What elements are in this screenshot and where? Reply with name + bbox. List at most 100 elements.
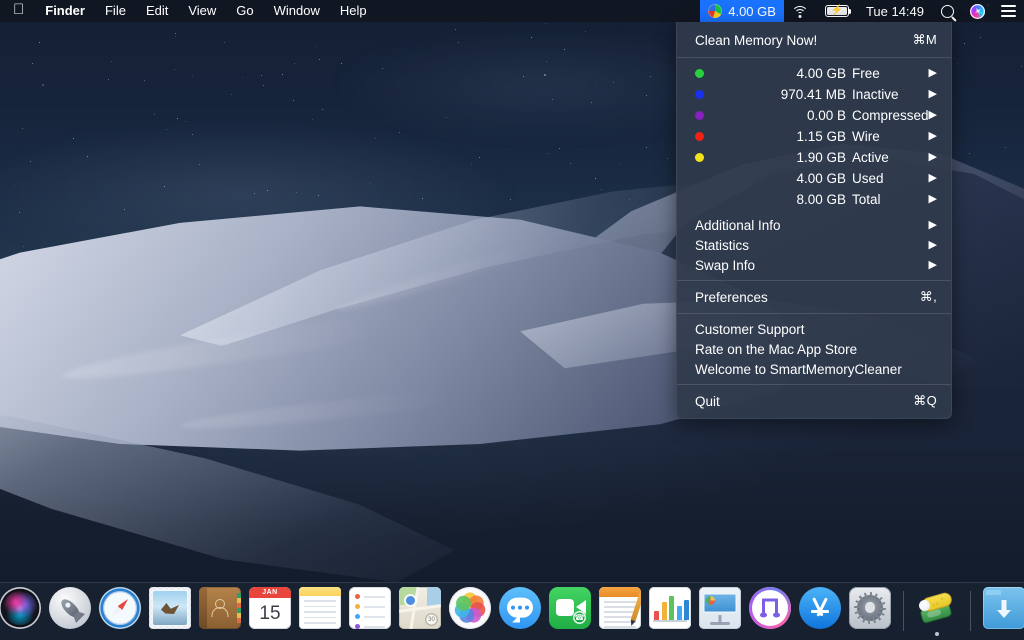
dock-item-safari[interactable] <box>98 585 142 637</box>
dock-item-contacts[interactable] <box>198 585 242 637</box>
battery-charging-icon: ⚡ <box>824 5 852 17</box>
star <box>321 108 323 110</box>
dock-item-calendar[interactable]: JAN 15 <box>248 585 292 637</box>
star <box>191 75 193 77</box>
battery-status-item[interactable]: ⚡ <box>817 0 857 22</box>
stat-active-text: 1.90 GB <box>796 150 846 165</box>
keynote-icon <box>699 587 741 629</box>
star <box>318 58 320 60</box>
menu-item-stat-total[interactable]: 8.00 GB Total ▶ <box>677 189 951 210</box>
star <box>107 78 109 80</box>
dock-item-downloads[interactable] <box>982 585 1024 637</box>
messages-icon <box>499 587 541 629</box>
dock-item-mail[interactable] <box>148 585 192 637</box>
menu-item-stat-active[interactable]: 1.90 GB Active ▶ <box>677 147 951 168</box>
siri-button[interactable] <box>962 0 993 22</box>
stat-active-name: Active <box>852 150 889 165</box>
menu-item-rate-on-mac-app-store[interactable]: Rate on the Mac App Store <box>677 339 951 359</box>
menu-finder[interactable]: Finder <box>35 0 95 22</box>
reminders-icon <box>349 587 391 629</box>
menu-item-preferences[interactable]: Preferences ⌘, <box>677 286 951 308</box>
menu-go[interactable]: Go <box>226 0 263 22</box>
dock-item-photos[interactable] <box>448 585 492 637</box>
mail-icon <box>149 587 191 629</box>
star <box>31 63 33 65</box>
dock-item-messages[interactable] <box>498 585 542 637</box>
dock-item-launchpad[interactable] <box>48 585 92 637</box>
stat-free-name: Free <box>852 66 880 81</box>
siri-icon <box>0 587 41 629</box>
pie-chart-icon <box>708 4 723 18</box>
menu-item-quit[interactable]: Quit ⌘Q <box>677 390 951 412</box>
star <box>963 42 965 44</box>
menu-help[interactable]: Help <box>330 0 377 22</box>
menu-item-swap-info[interactable]: Swap Info ▶ <box>677 255 951 275</box>
clock[interactable]: Tue 14:49 <box>857 4 933 19</box>
menu-item-customer-support[interactable]: Customer Support <box>677 319 951 339</box>
status-dot-compressed <box>695 111 704 120</box>
menu-item-stat-free[interactable]: 4.00 GB Free ▶ <box>677 63 951 84</box>
dock-item-keynote[interactable] <box>698 585 742 637</box>
star <box>175 36 177 37</box>
wifi-icon <box>791 5 809 18</box>
preferences-label: Preferences <box>695 289 768 305</box>
menu-edit[interactable]: Edit <box>136 0 178 22</box>
star <box>620 164 622 166</box>
dock-item-reminders[interactable] <box>348 585 392 637</box>
dock-item-system-preferences[interactable] <box>848 585 892 637</box>
dock-item-itunes[interactable] <box>748 585 792 637</box>
star <box>968 152 970 154</box>
status-dot-free <box>695 69 704 78</box>
stat-compressed-name: Compressed <box>852 108 929 123</box>
contacts-icon <box>199 587 241 629</box>
dock-item-pages[interactable] <box>598 585 642 637</box>
wifi-status-item[interactable] <box>784 0 817 22</box>
status-dot-active <box>695 153 704 162</box>
control-center-icon <box>1001 5 1016 17</box>
sponge-icon <box>916 587 958 629</box>
menu-window[interactable]: Window <box>264 0 330 22</box>
menu-item-stat-wire[interactable]: 1.15 GB Wire ▶ <box>677 126 951 147</box>
star <box>956 63 958 65</box>
running-indicator <box>935 632 939 636</box>
spotlight-search-button[interactable] <box>933 0 962 22</box>
menu-file[interactable]: File <box>95 0 136 22</box>
quit-label: Quit <box>695 393 720 409</box>
star <box>292 100 294 101</box>
preferences-shortcut: ⌘, <box>919 289 937 304</box>
submenu-arrow-icon: ▶ <box>928 151 937 163</box>
submenu-arrow-icon: ▶ <box>928 218 937 231</box>
dock-item-app-store[interactable] <box>798 585 842 637</box>
dock-item-siri[interactable] <box>0 585 42 637</box>
menu-divider <box>677 313 951 314</box>
menu-item-clean-memory-now[interactable]: Clean Memory Now! ⌘M <box>677 28 951 52</box>
dock-item-numbers[interactable] <box>648 585 692 637</box>
menu-item-additional-info[interactable]: Additional Info ▶ <box>677 215 951 235</box>
submenu-arrow-icon: ▶ <box>928 258 937 271</box>
dock-item-smartmemorycleaner[interactable] <box>915 585 959 637</box>
itunes-icon <box>749 587 791 629</box>
apple-menu-button[interactable]:  <box>0 0 35 22</box>
star <box>667 157 669 159</box>
calendar-month: JAN <box>249 587 291 598</box>
menu-item-welcome[interactable]: Welcome to SmartMemoryCleaner <box>677 359 951 379</box>
menu-divider <box>677 384 951 385</box>
menu-item-stat-compressed[interactable]: 0.00 B Compressed ▶ <box>677 105 951 126</box>
dock-item-notes[interactable] <box>298 585 342 637</box>
menu-view[interactable]: View <box>178 0 226 22</box>
dock-item-maps[interactable]: 30 <box>398 585 442 637</box>
menu-item-statistics[interactable]: Statistics ▶ <box>677 235 951 255</box>
star <box>153 113 155 115</box>
menu-item-stat-used[interactable]: 4.00 GB Used ▶ <box>677 168 951 189</box>
calendar-day: 15 <box>259 602 281 624</box>
menu-item-stat-inactive[interactable]: 970.41 MB Inactive ▶ <box>677 84 951 105</box>
star <box>39 41 41 43</box>
star <box>594 177 596 179</box>
control-center-button[interactable] <box>993 0 1024 22</box>
memory-status-item[interactable]: 4.00 GB <box>700 0 784 22</box>
star <box>1021 65 1022 67</box>
search-icon <box>941 4 954 18</box>
menu-divider <box>677 280 951 281</box>
dock-item-facetime[interactable]: ☎ <box>548 585 592 637</box>
star <box>1005 147 1007 149</box>
